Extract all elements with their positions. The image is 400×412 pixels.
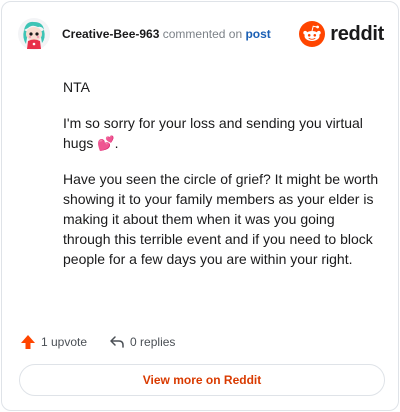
username-link[interactable]: Creative-Bee-963 — [62, 27, 159, 41]
comment-meta: Creative-Bee-963 commented on post — [62, 27, 271, 41]
upvote-arrow-icon — [21, 335, 35, 349]
comment-body: NTA I'm so sorry for your loss and sendi… — [63, 77, 381, 285]
upvote-count: 1 upvote — [41, 335, 88, 349]
replies-button[interactable]: 0 replies — [109, 334, 175, 350]
reddit-logo-icon — [299, 21, 326, 47]
comment-actions: 1 upvote 0 replies — [20, 332, 197, 352]
embedded-comment-card: Creative-Bee-963 commented on post reddi… — [1, 1, 399, 411]
reddit-brand[interactable]: reddit — [299, 20, 384, 48]
comment-header: Creative-Bee-963 commented on post reddi… — [18, 16, 384, 56]
snoo-avatar-icon — [18, 18, 50, 50]
action-text: commented on — [162, 27, 243, 41]
reply-count: 0 replies — [130, 335, 176, 349]
comment-paragraph: Have you seen the circle of grief? It mi… — [63, 171, 379, 267]
upvote-button[interactable]: 1 upvote — [20, 334, 87, 350]
comment-paragraph: NTA — [63, 79, 90, 95]
reddit-wordmark: reddit — [330, 22, 384, 45]
view-more-button[interactable]: View more on Reddit — [19, 364, 385, 396]
comment-paragraph: I'm so sorry for your loss and sending y… — [63, 115, 363, 151]
avatar[interactable] — [18, 18, 50, 50]
post-link[interactable]: post — [245, 27, 270, 41]
reply-arrow-icon — [110, 336, 124, 348]
